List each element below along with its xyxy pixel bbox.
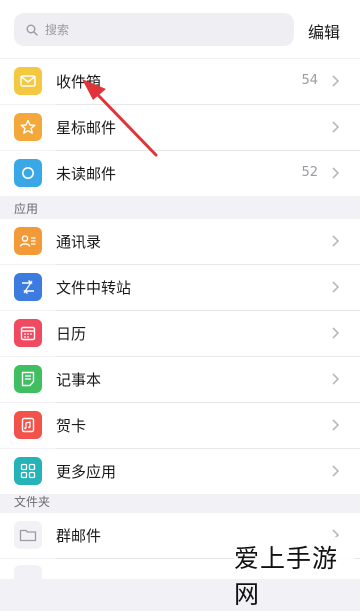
chevron-right-icon	[332, 465, 340, 477]
mailbox-inbox[interactable]: 收件箱 54	[0, 59, 360, 104]
app-contacts[interactable]: 通讯录	[0, 219, 360, 264]
calendar-icon	[14, 319, 42, 347]
mailbox-label: 未读邮件	[56, 165, 117, 183]
contacts-icon	[14, 227, 42, 255]
watermark: 爱上手游网	[234, 537, 354, 609]
app-more[interactable]: 更多应用	[0, 449, 360, 494]
section-title-folders: 文件夹	[14, 495, 51, 509]
chevron-right-icon	[332, 281, 340, 293]
chevron-right-icon	[332, 167, 340, 179]
chevron-right-icon	[332, 75, 340, 87]
mailbox-label: 星标邮件	[56, 119, 117, 137]
folder-label: 群邮件	[56, 527, 102, 545]
app-label: 文件中转站	[56, 279, 132, 297]
card-icon	[14, 411, 42, 439]
grid-icon	[14, 457, 42, 485]
mailbox-starred[interactable]: 星标邮件	[0, 105, 360, 150]
search-input[interactable]: 搜索	[14, 13, 294, 46]
watermark-text: 爱上手游网	[234, 544, 339, 609]
app-label: 更多应用	[56, 463, 117, 481]
mailbox-unread[interactable]: 未读邮件 52	[0, 151, 360, 196]
folder-icon	[14, 565, 42, 593]
circle-icon	[14, 159, 42, 187]
search-icon	[26, 23, 40, 37]
mailbox-count: 54	[301, 73, 318, 88]
top-bar: 搜索 编辑	[0, 0, 360, 58]
app-label: 贺卡	[56, 417, 87, 435]
edit-button[interactable]: 编辑	[308, 19, 340, 43]
chevron-right-icon	[332, 373, 340, 385]
search-placeholder: 搜索	[45, 23, 70, 37]
mailbox-count: 52	[301, 165, 318, 180]
notes-icon	[14, 365, 42, 393]
section-title-apps: 应用	[14, 202, 39, 216]
chevron-right-icon	[332, 419, 340, 431]
app-label: 通讯录	[56, 233, 102, 251]
chevron-right-icon	[332, 121, 340, 133]
app-calendar[interactable]: 日历	[0, 311, 360, 356]
chevron-right-icon	[332, 327, 340, 339]
app-greeting-card[interactable]: 贺卡	[0, 403, 360, 448]
chevron-right-icon	[332, 235, 340, 247]
star-icon	[14, 113, 42, 141]
folder-icon	[14, 521, 42, 549]
app-label: 日历	[56, 325, 87, 343]
transfer-icon	[14, 273, 42, 301]
app-file-transfer[interactable]: 文件中转站	[0, 265, 360, 310]
app-notes[interactable]: 记事本	[0, 357, 360, 402]
app-label: 记事本	[56, 371, 102, 389]
inbox-icon	[14, 67, 42, 95]
mailbox-label: 收件箱	[56, 73, 102, 91]
